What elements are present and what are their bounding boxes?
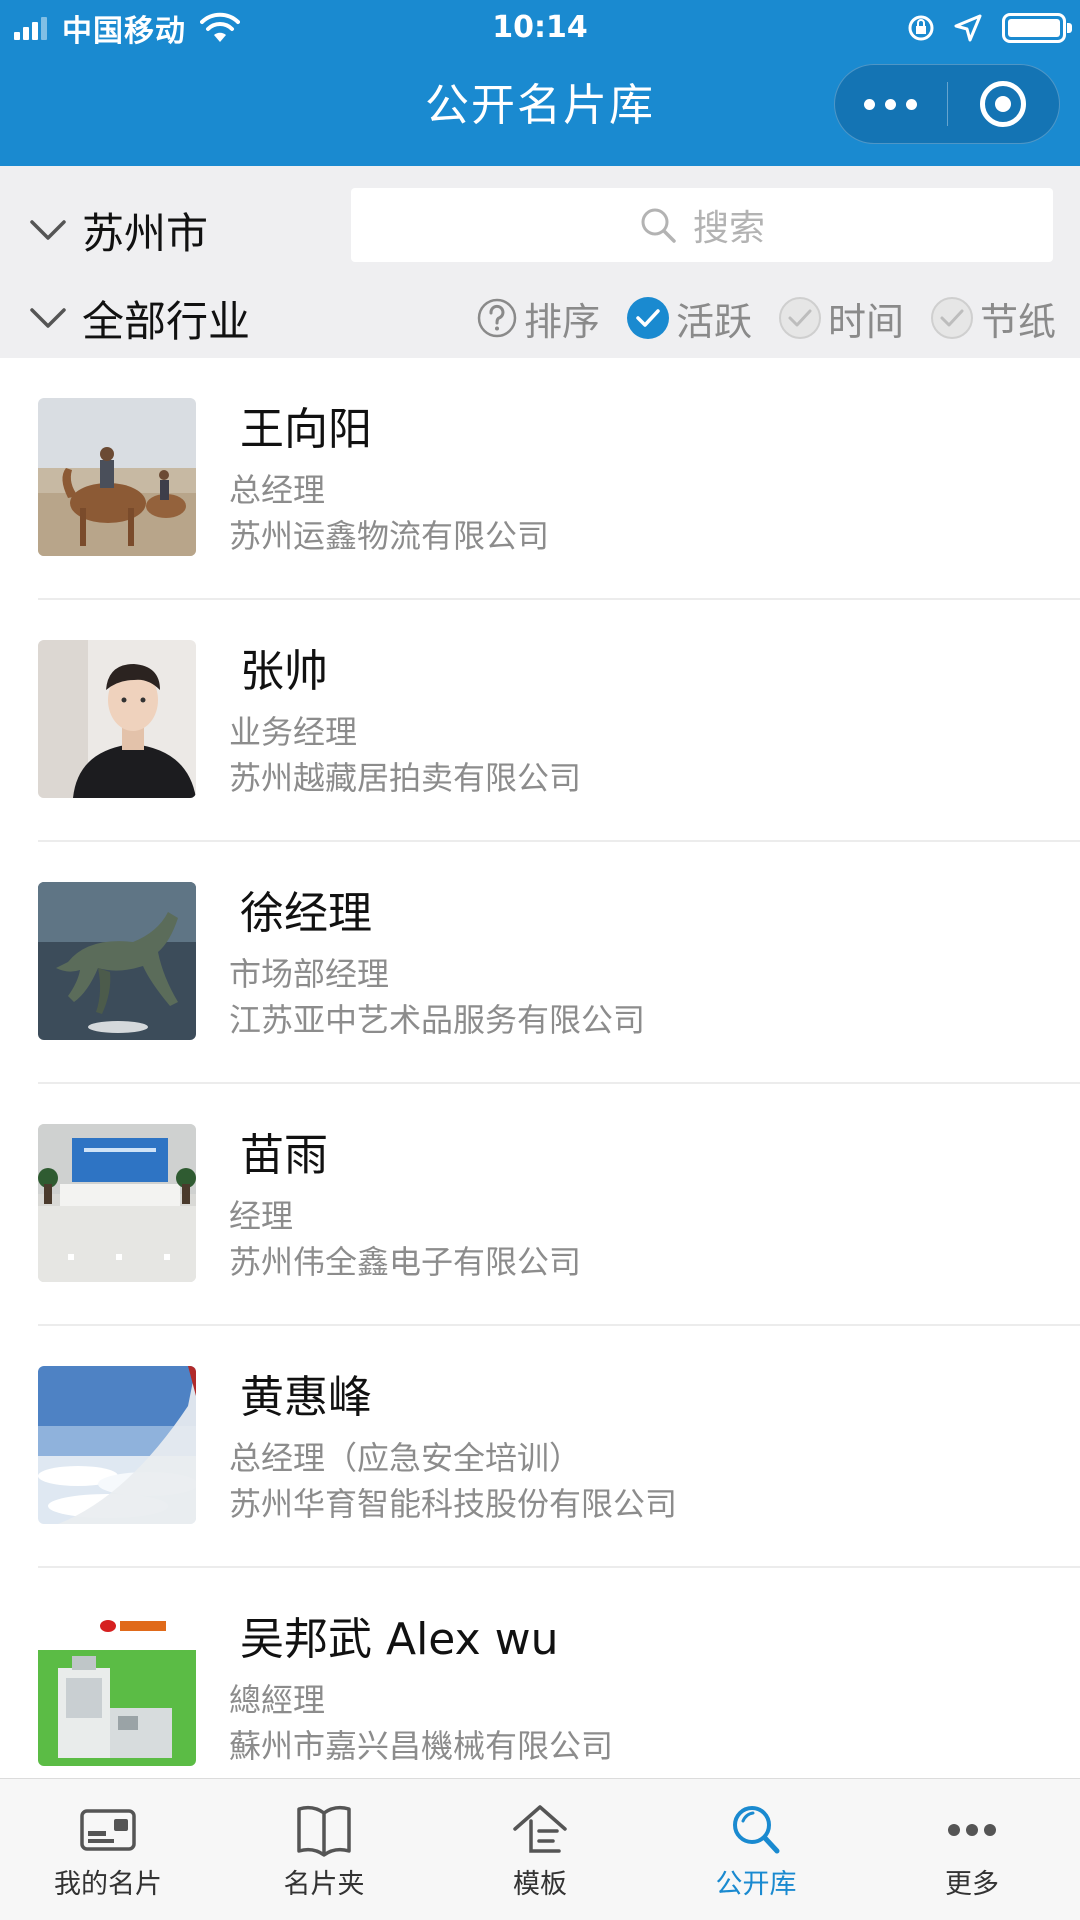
filter-bar: 苏州市 搜索 全部行业 排序 活跃 时间 节纸 xyxy=(0,166,1080,358)
sort-options: 排序 活跃 时间 节纸 xyxy=(450,280,1056,356)
miniapp-capsule xyxy=(834,64,1060,144)
search-input[interactable]: 搜索 xyxy=(351,188,1053,262)
question-circle-icon xyxy=(477,298,517,338)
tab-public-library[interactable]: 公开库 xyxy=(648,1779,864,1920)
tab-label: 名片夹 xyxy=(283,1869,365,1900)
contact-company: 蘇州市嘉兴昌機械有限公司 xyxy=(229,1727,614,1765)
close-miniapp-button[interactable] xyxy=(948,64,1060,144)
office-lobby-photo xyxy=(38,1124,196,1282)
chevron-down-icon xyxy=(30,308,66,328)
rotation-lock-icon xyxy=(908,15,934,41)
contact-name: 苗雨 xyxy=(240,1130,328,1181)
contact-company: 苏州伟全鑫电子有限公司 xyxy=(229,1243,582,1281)
contact-name: 黄惠峰 xyxy=(240,1372,372,1423)
dot xyxy=(885,98,897,110)
industry-selector[interactable]: 全部行业 xyxy=(28,280,250,356)
contact-name: 徐经理 xyxy=(240,888,372,939)
camel-desert-photo xyxy=(38,398,196,556)
man-portrait-photo xyxy=(38,640,196,798)
list-item[interactable]: 吴邦武 Alex wu 總經理 蘇州市嘉兴昌機械有限公司 xyxy=(0,1568,1080,1778)
avatar xyxy=(38,640,196,798)
card-icon xyxy=(80,1809,136,1851)
list-item[interactable]: 张帅 业务经理 苏州越藏居拍卖有限公司 xyxy=(0,600,1080,842)
sort-option-label: 时间 xyxy=(827,299,904,344)
target-close-icon xyxy=(980,81,1027,127)
status-right xyxy=(888,8,1072,48)
more-menu-button[interactable] xyxy=(835,64,947,144)
list-item[interactable]: 苗雨 经理 苏州伟全鑫电子有限公司 xyxy=(0,1084,1080,1326)
check-circle-icon xyxy=(930,297,973,339)
location-arrow-icon xyxy=(954,14,982,42)
list-item[interactable]: 王向阳 总经理 苏州运鑫物流有限公司 xyxy=(0,358,1080,600)
sort-option-label: 节纸 xyxy=(979,299,1056,344)
contact-title: 总经理 xyxy=(229,471,326,509)
contact-name: 吴邦武 Alex wu xyxy=(240,1614,559,1665)
tab-label: 公开库 xyxy=(715,1869,797,1900)
template-house-icon xyxy=(513,1805,567,1853)
tab-template[interactable]: 模板 xyxy=(432,1779,648,1920)
more-dots-icon xyxy=(948,1824,996,1836)
tab-label: 更多 xyxy=(945,1869,999,1900)
card-list: 王向阳 总经理 苏州运鑫物流有限公司 张帅 业务经理 苏州越藏居拍卖有限公司 徐… xyxy=(0,358,1080,1778)
sort-option-label: 排序 xyxy=(523,299,600,344)
city-label: 苏州市 xyxy=(82,208,209,258)
contact-title: 经理 xyxy=(229,1197,294,1235)
contact-name: 王向阳 xyxy=(240,404,372,455)
contact-company: 苏州华育智能科技股份有限公司 xyxy=(229,1485,678,1523)
check-circle-icon xyxy=(626,297,669,339)
sort-time-option[interactable]: 时间 xyxy=(778,291,904,346)
contact-title: 市场部经理 xyxy=(229,955,390,993)
avatar xyxy=(38,1124,196,1282)
tab-label: 模板 xyxy=(513,1869,567,1900)
contact-company: 江苏亚中艺术品服务有限公司 xyxy=(229,1001,646,1039)
list-item[interactable]: 黄惠峰 总经理（应急安全培训） 苏州华育智能科技股份有限公司 xyxy=(0,1326,1080,1568)
contact-title: 總經理 xyxy=(229,1681,326,1719)
contact-company: 苏州运鑫物流有限公司 xyxy=(229,517,550,555)
book-icon xyxy=(297,1805,351,1857)
search-icon xyxy=(641,208,676,243)
tab-label: 我的名片 xyxy=(54,1869,162,1900)
avatar xyxy=(38,398,196,556)
bronze-horse-photo xyxy=(38,882,196,1040)
city-selector[interactable]: 苏州市 xyxy=(28,192,208,268)
list-item[interactable]: 徐经理 市场部经理 江苏亚中艺术品服务有限公司 xyxy=(0,842,1080,1084)
bottom-tab-bar: 我的名片 名片夹 模板 公开库 更多 xyxy=(0,1778,1080,1920)
contact-company: 苏州越藏居拍卖有限公司 xyxy=(229,759,582,797)
contact-name: 张帅 xyxy=(240,646,328,697)
sort-paper-option[interactable]: 节纸 xyxy=(930,291,1056,346)
status-bar: 中国移动 10:14 xyxy=(0,0,1080,56)
industry-label: 全部行业 xyxy=(82,296,251,346)
airplane-wing-photo xyxy=(38,1366,196,1524)
tab-more[interactable]: 更多 xyxy=(864,1779,1080,1920)
contact-title: 总经理（应急安全培训） xyxy=(229,1439,582,1477)
tab-my-card[interactable]: 我的名片 xyxy=(0,1779,216,1920)
sort-option-label: 活跃 xyxy=(675,299,752,344)
dot xyxy=(864,98,876,110)
check-circle-icon xyxy=(778,297,821,339)
dot xyxy=(906,98,918,110)
sort-active-option[interactable]: 活跃 xyxy=(626,291,752,346)
search-placeholder: 搜索 xyxy=(692,208,765,249)
top-header: 中国移动 10:14 公开名片库 xyxy=(0,0,1080,166)
avatar xyxy=(38,1366,196,1524)
tab-card-holder[interactable]: 名片夹 xyxy=(216,1779,432,1920)
machine-product-photo xyxy=(38,1608,196,1766)
avatar xyxy=(38,1608,196,1766)
battery-icon xyxy=(1002,13,1072,43)
avatar xyxy=(38,882,196,1040)
search-icon xyxy=(733,1806,780,1854)
chevron-down-icon xyxy=(30,220,66,240)
contact-title: 业务经理 xyxy=(229,713,358,751)
sort-help-option[interactable]: 排序 xyxy=(476,291,600,346)
